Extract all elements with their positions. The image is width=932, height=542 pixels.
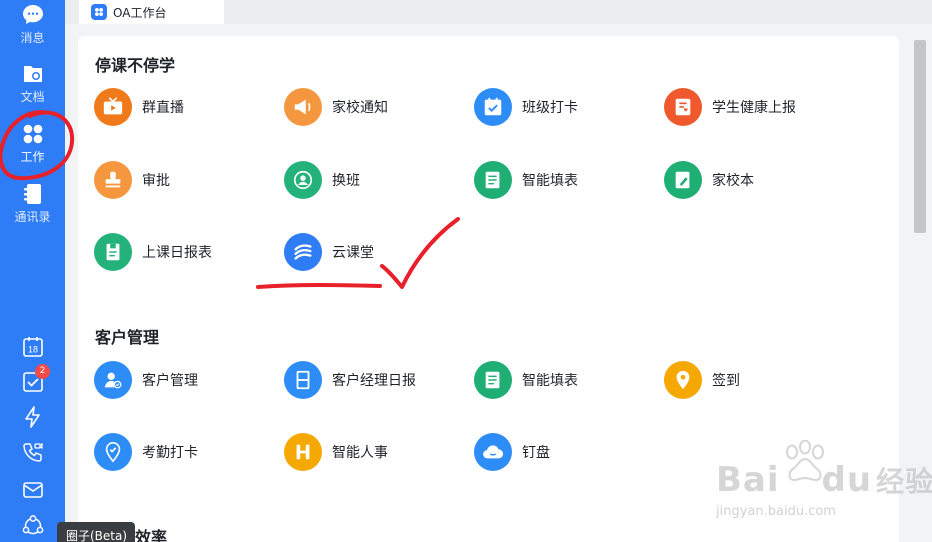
app-class-daily-report[interactable]: 上课日报表 [94,233,212,271]
app-name: 家校本 [712,173,754,189]
calendar-day: 18 [28,345,38,355]
tooltip: 圈子(Beta) [57,522,135,542]
app-home-school-notice[interactable]: 家校通知 [284,88,388,126]
watermark-url: jingyan.baidu.com [716,504,836,519]
chat-bubble-icon [22,5,43,24]
app-name: 班级打卡 [522,100,578,116]
app-approval[interactable]: 审批 [94,161,170,199]
todo-badge: 2 [35,364,50,379]
cloud-disk-icon [474,433,512,471]
notebook-pen-icon [664,161,702,199]
nav-label: 文档 [20,90,45,104]
app-name: 换班 [332,173,360,189]
stamp-icon [94,161,132,199]
nav-contacts[interactable]: 通讯录 [0,182,65,225]
app-smart-form-2[interactable]: 智能填表 [474,361,578,399]
person-swap-icon [284,161,322,199]
app-name: 家校通知 [332,100,388,116]
app-name: 客户管理 [142,373,198,389]
section-title: 客户管理 [95,328,160,347]
calendar-icon[interactable]: 18 [21,335,45,359]
app-sign-in[interactable]: 签到 [664,361,740,399]
attendance-pin-icon [94,433,132,471]
nav-docs[interactable]: 文档 [0,62,65,105]
app-name: 学生健康上报 [712,100,796,116]
baidu-watermark: Bai du 经验 jingyan.baidu.com [716,440,932,530]
app-attendance[interactable]: 考勤打卡 [94,433,198,471]
lightning-icon[interactable] [21,405,45,429]
nav-label: 消息 [20,31,45,45]
app-name: 智能填表 [522,173,578,189]
app-manager-daily[interactable]: 客户经理日报 [284,361,416,399]
form-sheet-icon [474,361,512,399]
app-name: 智能人事 [332,445,388,461]
daily-report-icon [94,233,132,271]
app-name: 签到 [712,373,740,389]
customer-person-icon [94,361,132,399]
app-customer-management[interactable]: 客户管理 [94,361,198,399]
location-pin-icon [664,361,702,399]
watermark-brand: Bai du 经验 [716,460,932,500]
phone-video-icon[interactable] [21,441,45,465]
app-name: 客户经理日报 [332,373,416,389]
app-name: 钉盘 [522,445,550,461]
megaphone-icon [284,88,322,126]
cloud-class-icon [284,233,322,271]
app-name: 考勤打卡 [142,445,198,461]
app-name: 云课堂 [332,245,374,261]
section-title: 效率 [135,528,168,542]
app-shift-swap[interactable]: 换班 [284,161,360,199]
nav-messages[interactable]: 消息 [0,3,65,46]
app-name: 智能填表 [522,373,578,389]
form-sheet-icon [474,161,512,199]
app-cloud-class[interactable]: 云课堂 [284,233,374,271]
app-smart-hr[interactable]: 智能人事 [284,433,388,471]
app-home-school-book[interactable]: 家校本 [664,161,754,199]
workbench-grid-icon [91,4,107,20]
tv-live-icon [94,88,132,126]
tab-oa-workbench[interactable]: OA工作台 [79,0,224,24]
nav-label: 通讯录 [14,210,51,224]
app-class-checkin[interactable]: 班级打卡 [474,88,578,126]
scrollbar-thumb[interactable] [914,40,926,233]
circle-network-icon[interactable] [21,514,45,538]
sidebar: 消息 文档 工作 通讯录 18 2 [0,0,65,542]
hr-h-icon [284,433,322,471]
section-title: 停课不停学 [95,56,176,75]
nav-work[interactable]: 工作 [0,122,65,165]
contacts-book-icon [23,184,41,204]
app-name: 上课日报表 [142,245,212,261]
health-report-icon [664,88,702,126]
calendar-check-icon [474,88,512,126]
document-folder-icon [23,66,42,82]
manager-daily-icon [284,361,322,399]
app-group-live[interactable]: 群直播 [94,88,184,126]
app-name: 审批 [142,173,170,189]
app-ding-disk[interactable]: 钉盘 [474,433,550,471]
workbench-grid-icon [23,124,42,144]
app-smart-form[interactable]: 智能填表 [474,161,578,199]
app-name: 群直播 [142,100,184,116]
mail-icon[interactable] [21,478,45,502]
tab-label: OA工作台 [113,5,167,20]
app-student-health[interactable]: 学生健康上报 [664,88,796,126]
nav-label: 工作 [20,150,45,164]
